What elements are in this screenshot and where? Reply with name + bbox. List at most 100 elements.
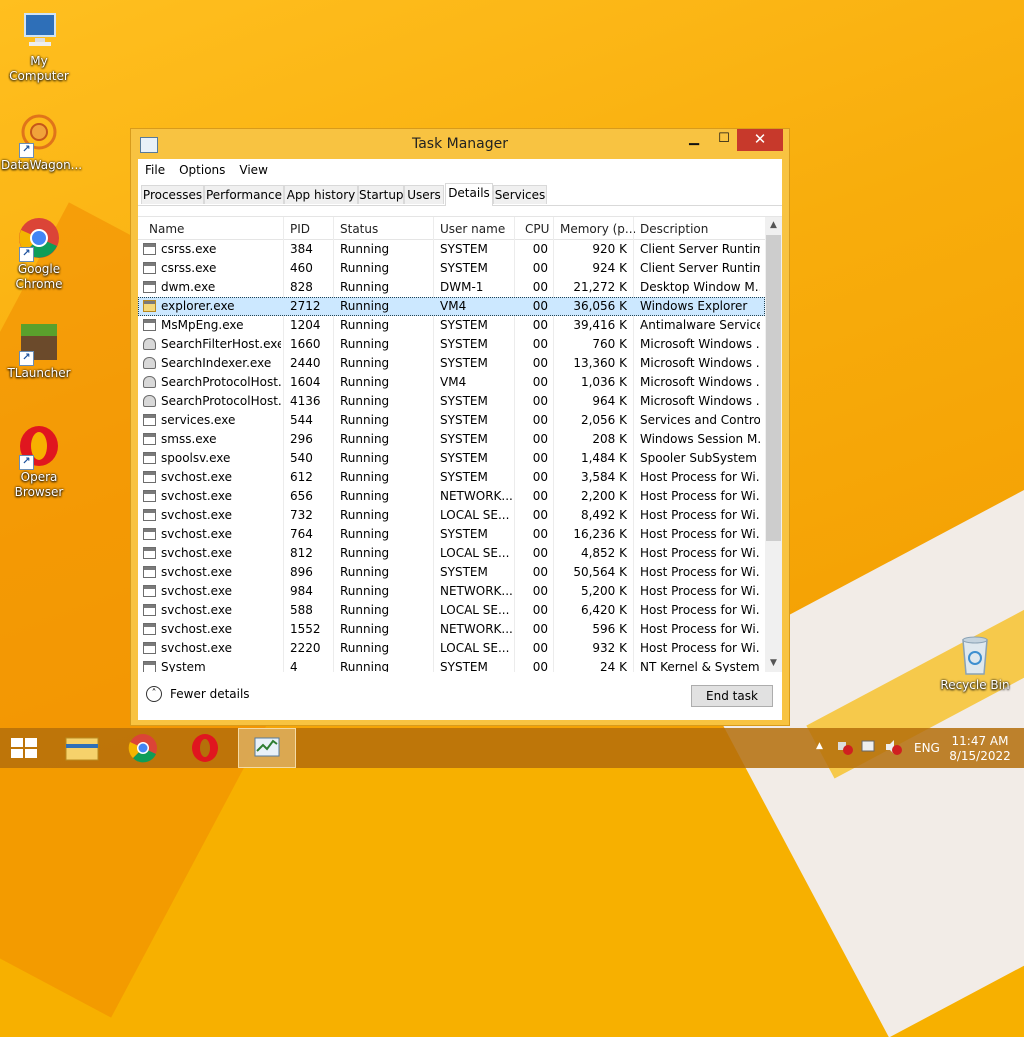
table-row[interactable]: svchost.exe 656 Running NETWORK... 00 2,200 K… — [138, 487, 765, 506]
cell-desc: Host Process for Wi... — [640, 603, 760, 617]
table-row[interactable]: System 4 Running SYSTEM 00 24 K NT Kernel & Sy… — [138, 658, 765, 672]
tab-users[interactable]: Users — [404, 185, 444, 204]
show-hidden-icons-button[interactable]: ▲ — [816, 741, 823, 781]
tab-performance[interactable]: Performance — [204, 185, 284, 204]
table-row[interactable]: spoolsv.exe 540 Running SYSTEM 00 1,484 K Spoo… — [138, 449, 765, 468]
table-row[interactable]: explorer.exe 2712 Running VM4 00 36,056 K Wind… — [138, 297, 765, 316]
column-header-cpu[interactable]: CPU — [525, 222, 549, 236]
folder-icon — [65, 737, 99, 761]
process-icon — [143, 585, 156, 597]
table-row[interactable]: csrss.exe 384 Running SYSTEM 00 920 K Client S… — [138, 240, 765, 259]
table-row[interactable]: SearchIndexer.exe 2440 Running SYSTEM 00 13,3… — [138, 354, 765, 373]
scroll-up-arrow-icon[interactable]: ▲ — [765, 217, 782, 234]
menu-file[interactable]: File — [145, 163, 165, 177]
cell-user: SYSTEM — [440, 394, 488, 408]
desktop-icon-datawagon[interactable]: ↗ DataWagon... — [1, 112, 83, 173]
desktop-icon-google-chrome[interactable]: ↗ Google Chrome — [1, 216, 77, 292]
volume-muted-icon[interactable] — [884, 738, 902, 778]
clock-time: 11:47 AM — [951, 734, 1009, 748]
cell-pid: 296 — [290, 432, 313, 446]
column-header-memory[interactable]: Memory (p... — [560, 222, 636, 236]
taskbar-task-manager[interactable] — [238, 728, 296, 768]
scrollbar-thumb[interactable] — [766, 235, 781, 541]
cell-desc: Microsoft Windows ... — [640, 394, 760, 408]
table-row[interactable]: svchost.exe 588 Running LOCAL SE... 00 6,420 … — [138, 601, 765, 620]
table-row[interactable]: svchost.exe 1552 Running NETWORK... 00 596 K H… — [138, 620, 765, 639]
column-header-pid[interactable]: PID — [290, 222, 310, 236]
minimize-button[interactable]: ▁ — [679, 129, 709, 151]
cell-name: svchost.exe — [161, 622, 232, 636]
maximize-button[interactable]: ☐ — [709, 129, 739, 151]
table-row[interactable]: svchost.exe 2220 Running LOCAL SE... 00 932 K… — [138, 639, 765, 658]
close-button[interactable]: ✕ — [737, 129, 783, 151]
tab-startup[interactable]: Startup — [358, 185, 404, 204]
vertical-scrollbar[interactable]: ▲ ▼ — [765, 217, 782, 672]
cell-desc: Host Process for Wi... — [640, 470, 760, 484]
cell-name: svchost.exe — [161, 470, 232, 484]
cell-cpu: 00 — [532, 318, 548, 332]
table-row[interactable]: svchost.exe 764 Running SYSTEM 00 16,236 K Hos… — [138, 525, 765, 544]
menu-options[interactable]: Options — [179, 163, 225, 177]
scroll-down-arrow-icon[interactable]: ▼ — [765, 655, 782, 672]
cell-status: Running — [340, 641, 390, 655]
cell-user: LOCAL SE... — [440, 546, 510, 560]
desktop-icon-label: TLauncher — [7, 366, 71, 380]
table-row[interactable]: smss.exe 296 Running SYSTEM 00 208 K Windows S… — [138, 430, 765, 449]
cell-desc: NT Kernel & System — [640, 660, 760, 672]
cell-mem: 24 K — [600, 660, 627, 672]
table-row[interactable]: SearchProtocolHost.... 4136 Running SYSTEM 0… — [138, 392, 765, 411]
cell-user: NETWORK... — [440, 489, 512, 503]
cell-pid: 828 — [290, 280, 313, 294]
table-row[interactable]: SearchProtocolHost.... 1604 Running VM4 00 1,… — [138, 373, 765, 392]
table-header: Name ˄ PID Status User name CPU Memory (… — [138, 217, 765, 240]
table-row[interactable]: svchost.exe 896 Running SYSTEM 00 50,564 K Hos… — [138, 563, 765, 582]
table-row[interactable]: csrss.exe 460 Running SYSTEM 00 924 K Client S… — [138, 259, 765, 278]
table-row[interactable]: SearchFilterHost.exe 1660 Running SYSTEM 00 7… — [138, 335, 765, 354]
clock-date: 8/15/2022 — [949, 749, 1011, 763]
cell-status: Running — [340, 470, 390, 484]
taskbar-file-explorer[interactable] — [57, 728, 107, 768]
column-header-description[interactable]: Description — [640, 222, 708, 236]
tab-details[interactable]: Details — [445, 183, 493, 206]
desktop-icon-tlauncher[interactable]: ↗ TLauncher — [1, 320, 77, 381]
language-indicator[interactable]: ENG — [914, 741, 940, 781]
desktop-icon-my-computer[interactable]: My Computer — [1, 8, 77, 84]
menu-bar: File Options View — [138, 159, 782, 181]
column-header-name[interactable]: Name — [149, 222, 184, 236]
table-row[interactable]: MsMpEng.exe 1204 Running SYSTEM 00 39,416 K An… — [138, 316, 765, 335]
menu-view[interactable]: View — [239, 163, 267, 177]
column-header-status[interactable]: Status — [340, 222, 378, 236]
process-icon — [143, 452, 156, 464]
fewer-details-button[interactable]: ˄ Fewer details — [146, 686, 250, 702]
tab-app-history[interactable]: App history — [284, 185, 358, 204]
system-clock[interactable]: 11:47 AM 8/15/2022 — [948, 734, 1012, 764]
action-center-icon[interactable] — [860, 738, 878, 778]
windows-logo-icon — [11, 738, 37, 758]
start-button[interactable] — [0, 728, 50, 768]
desktop-icon-recycle-bin[interactable]: Recycle Bin — [937, 632, 1013, 693]
shortcut-arrow-icon: ↗ — [19, 143, 34, 158]
network-warning-icon[interactable] — [836, 738, 854, 778]
title-bar[interactable]: Task Manager ▁ ☐ ✕ — [131, 129, 789, 159]
taskbar-opera[interactable] — [180, 728, 230, 768]
cell-desc: Host Process for Wi... — [640, 565, 760, 579]
end-task-button[interactable]: End task — [691, 685, 773, 707]
cell-user: SYSTEM — [440, 470, 488, 484]
taskbar-chrome[interactable] — [118, 728, 168, 768]
table-row[interactable]: dwm.exe 828 Running DWM-1 00 21,272 K Desktop … — [138, 278, 765, 297]
table-row[interactable]: svchost.exe 984 Running NETWORK... 00 5,200 K… — [138, 582, 765, 601]
tab-services[interactable]: Services — [493, 185, 547, 204]
column-header-user-name[interactable]: User name — [440, 222, 505, 236]
cell-desc: Antimalware Service... — [640, 318, 760, 332]
cell-name: dwm.exe — [161, 280, 216, 294]
table-row[interactable]: svchost.exe 732 Running LOCAL SE... 00 8,492 … — [138, 506, 765, 525]
desktop-icon-label: DataWagon... — [1, 158, 83, 172]
table-row[interactable]: svchost.exe 812 Running LOCAL SE... 00 4,852 … — [138, 544, 765, 563]
table-row[interactable]: services.exe 544 Running SYSTEM 00 2,056 K Ser… — [138, 411, 765, 430]
desktop-icon-opera[interactable]: ↗ Opera Browser — [1, 424, 77, 500]
cell-user: SYSTEM — [440, 318, 488, 332]
cell-pid: 460 — [290, 261, 313, 275]
desktop-icon-label: Opera Browser — [14, 470, 64, 499]
tab-processes[interactable]: Processes — [141, 185, 204, 204]
table-row[interactable]: svchost.exe 612 Running SYSTEM 00 3,584 K Host… — [138, 468, 765, 487]
